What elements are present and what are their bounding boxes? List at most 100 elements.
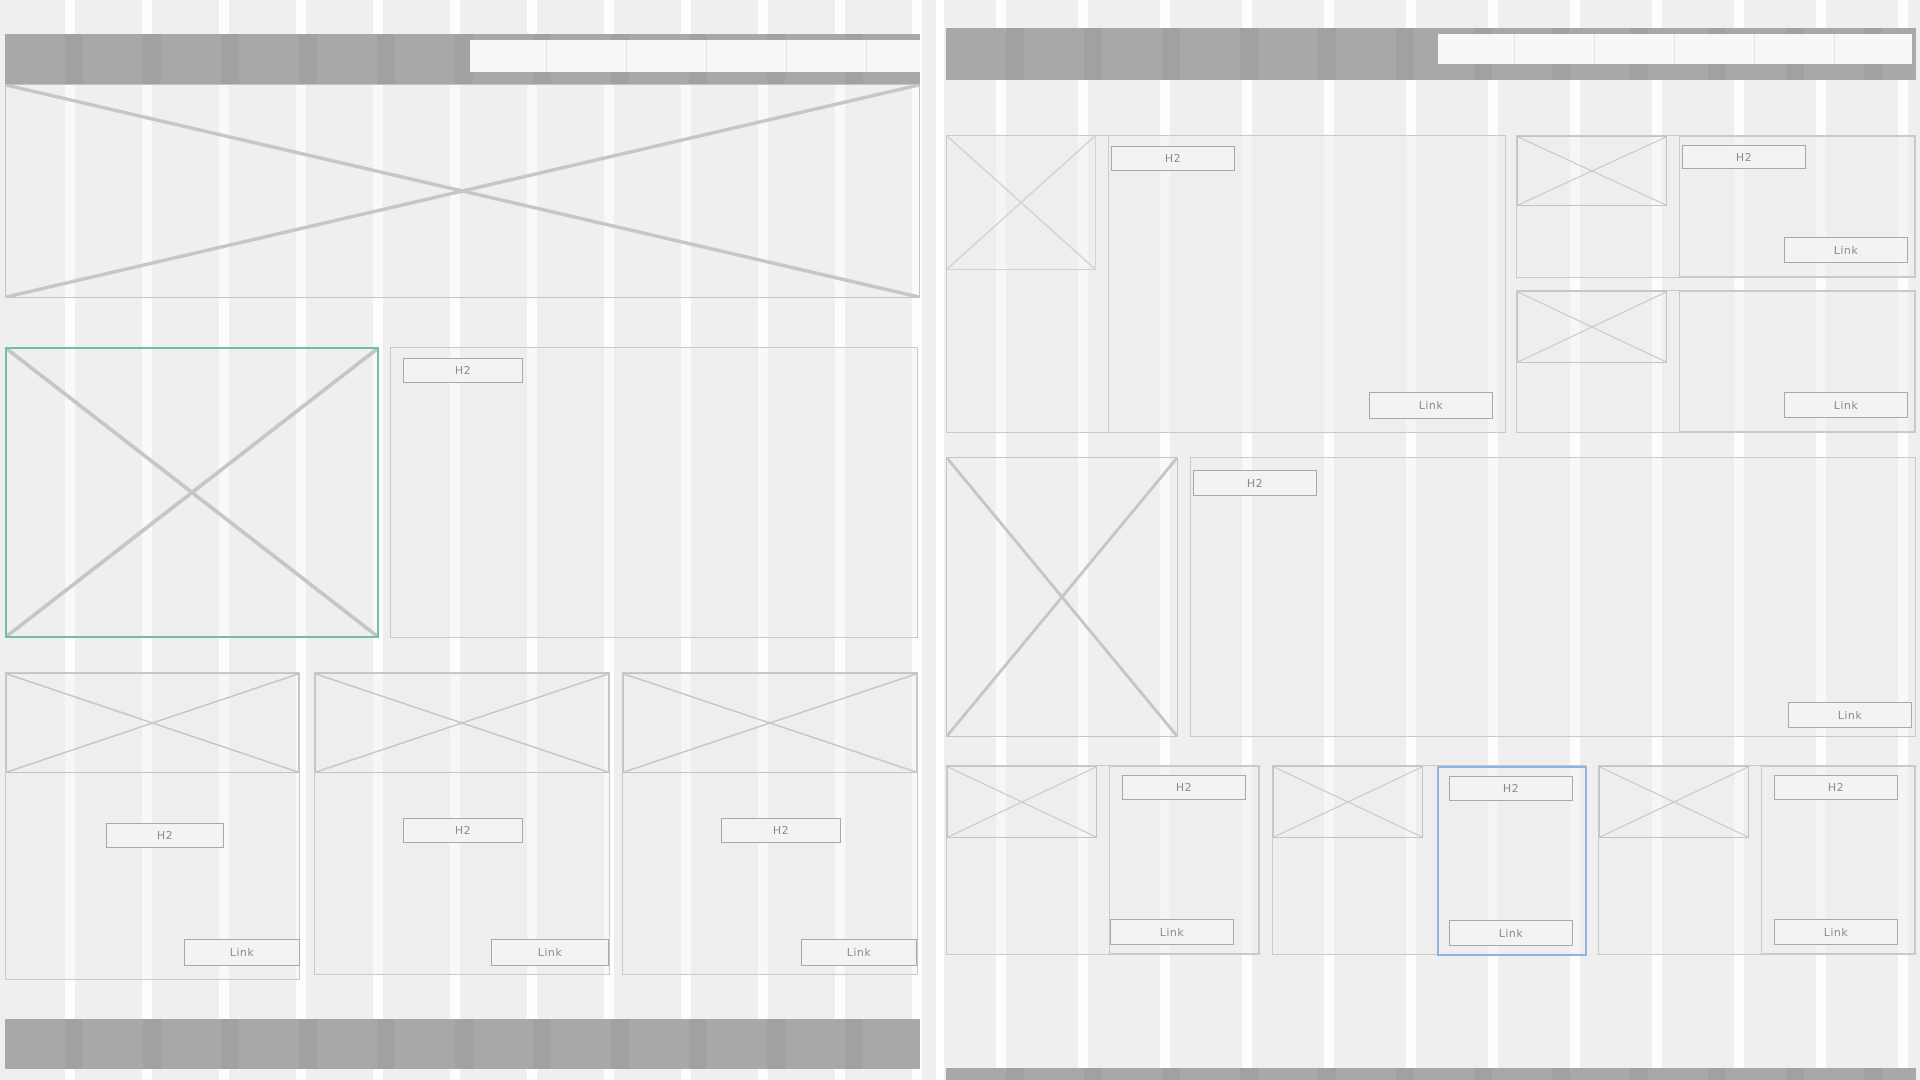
card-text-block: H2 Link [1761,766,1915,954]
nav-bar-segment [1084,1068,1102,1080]
nav-bar-segment [377,1019,395,1069]
text-block: H2 Link [1679,136,1915,277]
card-image-placeholder [1599,766,1749,838]
nav-bar-segment [1786,1068,1804,1080]
link-button[interactable]: Link [1774,919,1898,945]
nav-bar-segment [533,1019,551,1069]
image-placeholder-icon [7,349,377,636]
nav-bar-segment [1318,28,1336,80]
link-button[interactable]: Link [1369,392,1493,419]
nav-bar-segment [221,1019,239,1069]
h2-label: H2 [721,818,841,843]
nav-bar-segment [455,1019,473,1069]
nav-bar-segment [1630,1068,1648,1080]
link-button[interactable]: Link [801,939,917,966]
panel-divider [936,0,944,1080]
left-wireframe-panel: H2 H2 Link H2 Link H2 Link [0,0,936,1080]
nav-bar-segment [1006,28,1024,80]
nav-bar-segment [1162,1068,1180,1080]
card-text-block: H2 Link [1109,766,1259,954]
h2-label: H2 [403,358,523,383]
card-text-block-selected[interactable]: H2 Link [1437,766,1587,956]
nav-bar-segment [1240,1068,1258,1080]
card: H2 Link [1272,765,1587,956]
nav-field-divider [1514,34,1515,64]
nav-bar-segment [1552,1068,1570,1080]
feature-image-placeholder[interactable] [5,347,379,638]
nav-search-field[interactable] [1438,34,1912,64]
h2-label: H2 [1111,146,1235,171]
h2-label: H2 [403,818,523,843]
image-placeholder-icon [1518,137,1666,205]
link-button[interactable]: Link [1784,237,1908,263]
nav-bar-segment [1474,1068,1492,1080]
feature-image-placeholder [946,457,1178,737]
nav-bar-segment [1006,1068,1024,1080]
nav-bar-segment [845,1019,863,1069]
card: H2 Link [946,765,1260,955]
card: H2 Link [622,672,918,975]
nav-field-divider [1594,34,1595,64]
nav-field-divider [1834,34,1835,64]
feature-text-block: H2 [390,347,918,638]
nav-field-divider [866,40,867,72]
nav-bar-segment [65,34,83,84]
image-placeholder [1517,291,1667,363]
h2-label: H2 [1774,775,1898,800]
nav-field-divider [546,40,547,72]
nav-bar-segment [1864,1068,1882,1080]
card-image-placeholder [1273,766,1423,838]
card-image-placeholder [947,766,1097,838]
image-placeholder-icon [6,85,919,297]
h2-label: H2 [1122,775,1246,800]
nav-bar-segment [65,1019,83,1069]
link-button[interactable]: Link [1784,392,1908,418]
h2-label: H2 [1682,145,1806,169]
nav-bar-segment [221,34,239,84]
card: H2 Link [314,672,610,975]
nav-bar-segment [377,34,395,84]
nav-bar-segment [1162,28,1180,80]
card: H2 Link [5,672,300,980]
nav-bar-segment [143,34,161,84]
image-placeholder-icon [7,674,298,772]
nav-bar-segment [1396,1068,1414,1080]
link-button[interactable]: Link [491,939,609,966]
text-block: Link [1679,291,1915,432]
nav-bar-segment [1084,28,1102,80]
image-placeholder-icon [948,767,1096,837]
link-button[interactable]: Link [1449,920,1573,946]
nav-bar-segment [611,1019,629,1069]
nav-field-divider [1754,34,1755,64]
h2-label: H2 [106,823,224,848]
feature-text-block: H2 Link [1190,457,1916,737]
nav-bar-segment [299,34,317,84]
top-nav-bar [5,34,920,84]
nav-bar-segment [1708,1068,1726,1080]
nav-bar-segment [1240,28,1258,80]
nav-bar-segment [143,1019,161,1069]
card-image-placeholder [623,673,917,773]
link-button[interactable]: Link [1788,702,1912,728]
nav-bar-segment [299,1019,317,1069]
nav-bar-segment [689,1019,707,1069]
nav-search-field[interactable] [470,40,920,72]
link-button[interactable]: Link [184,939,300,966]
hero-image-placeholder [5,84,920,298]
image-placeholder-icon [947,458,1177,736]
card: H2 Link [1598,765,1916,955]
nav-bar-segment [767,1019,785,1069]
h2-label: H2 [1193,470,1317,496]
card-image-placeholder [315,673,609,773]
nav-field-divider [1674,34,1675,64]
link-button[interactable]: Link [1110,919,1234,945]
image-placeholder-icon [1600,767,1748,837]
nav-bar-segment [1318,1068,1336,1080]
image-placeholder [1517,136,1667,206]
text-block: H2 Link [1108,135,1506,433]
footer-bar [946,1068,1916,1080]
nav-bar-segment [1396,28,1414,80]
mini-card: H2 Link [1516,135,1916,278]
h2-label: H2 [1449,776,1573,801]
nav-field-divider [626,40,627,72]
